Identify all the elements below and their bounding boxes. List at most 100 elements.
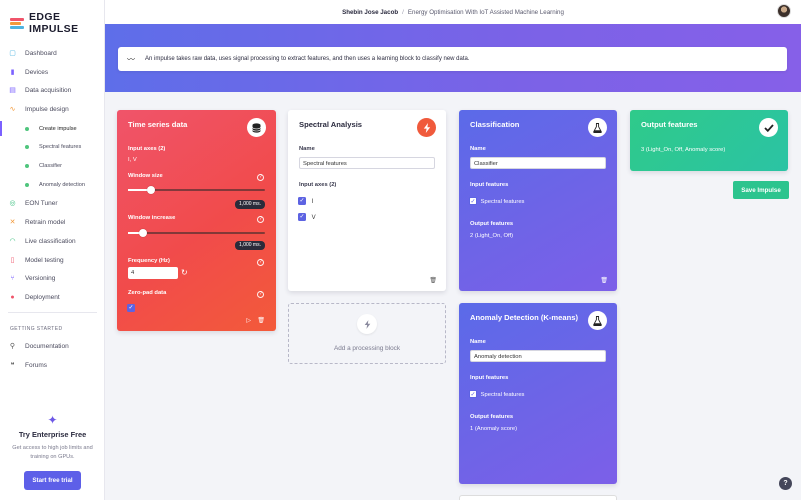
sidebar-section-title: GETTING STARTED [10,326,63,333]
add-processing-block[interactable]: Add a processing block [288,303,446,364]
data-icon: ▤ [9,87,16,95]
slider-handle[interactable] [147,186,156,194]
axis-label: V [311,214,316,221]
lightning-icon [417,118,436,137]
axis-checkbox-i[interactable]: ✓ I [298,197,313,205]
sidebar-item-impulse-design[interactable]: ∿ Impulse design [0,100,105,119]
testing-icon: ▯ [10,256,15,264]
frequency-input[interactable]: 4 [128,267,178,279]
checkmark-icon [759,118,778,137]
sidebar-item-label: EON Tuner [25,200,58,208]
lightning-icon [357,314,377,334]
trash-icon[interactable]: 🗑 [429,277,437,284]
sidebar-sub-classifier[interactable]: Classifier [0,157,105,176]
waveform-icon: 〰 [127,54,135,64]
sidebar-sub-spectral-features[interactable]: Spectral features [0,138,105,157]
enterprise-description: Get access to high job limits and traini… [12,445,93,460]
name-label: Name [470,146,486,152]
sidebar-item-dashboard[interactable]: ▢ Dashboard [0,44,105,63]
top-bar: Shebin Jose Jacob / Energy Optimisation … [105,0,801,24]
frequency-label: Frequency (Hz) [128,258,170,264]
start-free-trial-button[interactable]: Start free trial [24,471,81,490]
sidebar-sub-create-impulse[interactable]: Create impulse [0,119,105,138]
input-axes-label: Input axes (2) [299,182,337,188]
status-dot [25,126,29,131]
sidebar-sub-anomaly-detection[interactable]: Anomaly detection [0,176,105,195]
name-input[interactable]: Anomaly detection [470,350,606,362]
name-label: Name [470,339,486,345]
status-dot [25,145,29,150]
info-text: An impulse takes raw data, uses signal p… [145,56,470,62]
sidebar-item-label: Devices [25,68,49,76]
help-icon[interactable]: ? [257,259,264,266]
output-features-card: Output features 3 (Light_On, Off, Anomal… [630,110,788,171]
logo-icon [10,17,24,29]
zero-pad-checkbox[interactable]: ✓ [127,299,135,317]
help-icon[interactable]: ? [257,291,264,298]
sidebar-item-eon-tuner[interactable]: ◎ EON Tuner [0,194,105,213]
sidebar-item-label: Retrain model [25,219,66,227]
breadcrumb-user[interactable]: Shebin Jose Jacob [342,9,398,16]
sidebar-sub-label: Spectral features [39,144,82,151]
sidebar-nav: ▢ Dashboard ▮ Devices ▤ Data acquisition ∿ I… [0,44,105,375]
sidebar-item-label: Deployment [25,294,60,302]
sidebar-item-live-classification[interactable]: ◠ Live classification [0,232,105,251]
add-block-label: Add a processing block [333,345,401,352]
check-icon: ✓ [469,197,477,205]
breadcrumb-project[interactable]: Energy Optimisation With IoT Assisted Ma… [408,9,564,16]
trash-icon[interactable]: 🗑 [600,277,608,284]
output-features-value: 2 (Light_On, Off) [470,233,514,239]
sidebar-sub-label: Create impulse [39,125,77,132]
output-features-value: 3 (Light_On, Off, Anomaly score) [641,147,726,153]
check-icon: ✓ [298,213,306,221]
sidebar-item-model-testing[interactable]: ▯ Model testing [0,251,105,270]
sidebar-item-label: Impulse design [25,106,69,114]
help-button[interactable]: ? [779,477,792,490]
trash-icon[interactable]: 🗑 [257,317,265,324]
input-feature-checkbox[interactable]: ✓ Spectral features [469,197,524,205]
input-features-label: Input features [470,182,509,188]
input-feature-checkbox[interactable]: ✓ Spectral features [469,390,524,398]
name-input[interactable]: Spectral features [299,157,435,169]
sidebar-item-label: Documentation [25,343,69,351]
spectral-analysis-card: Spectral Analysis Name Spectral features… [288,110,446,291]
flask-icon [588,118,607,137]
sidebar-item-label: Model testing [25,256,64,264]
refresh-icon[interactable]: ↻ [181,268,188,277]
check-icon: ✓ [469,390,477,398]
window-size-slider[interactable] [128,186,265,194]
window-increase-value: 1,000 ms. [235,241,265,250]
slider-handle[interactable] [139,229,148,237]
input-features-label: Input features [470,375,509,381]
time-series-card: Time series data Input axes (2) I, V Win… [117,110,276,331]
sidebar-item-label: Forums [25,361,48,369]
axis-checkbox-v[interactable]: ✓ V [298,213,316,221]
logo-text: EDGE IMPULSE [29,11,79,35]
run-icon[interactable]: ▷ [246,317,251,324]
sidebar-item-retrain-model[interactable]: ✕ Retrain model [0,213,105,232]
input-feature-label: Spectral features [480,391,525,398]
window-increase-slider[interactable] [128,229,265,237]
logo[interactable]: EDGE IMPULSE [10,11,104,35]
sidebar: EDGE IMPULSE ▢ Dashboard ▮ Devices ▤ Data a… [0,0,105,500]
sidebar-item-deployment[interactable]: ● Deployment [0,288,105,307]
sidebar-item-label: Dashboard [25,49,57,57]
help-icon[interactable]: ? [257,174,264,181]
card-title: Spectral Analysis [299,120,363,129]
help-icon[interactable]: ? [257,216,264,223]
sparkle-icon: ✦ [47,413,58,427]
check-icon: ✓ [298,197,306,205]
input-feature-label: Spectral features [480,198,525,205]
forums-icon: ❝ [10,361,15,369]
save-impulse-button[interactable]: Save Impulse [733,181,789,199]
name-input[interactable]: Classifier [470,157,606,169]
sidebar-sub-label: Anomaly detection [39,181,86,188]
avatar[interactable] [777,4,791,18]
sidebar-item-documentation[interactable]: ⚲ Documentation [0,337,105,356]
sidebar-item-forums[interactable]: ❝ Forums [0,356,105,375]
sidebar-item-devices[interactable]: ▮ Devices [0,63,105,82]
output-features-label: Output features [470,414,514,420]
sidebar-item-versioning[interactable]: ⑂ Versioning [0,270,105,289]
info-bar: 〰 An impulse takes raw data, uses signal… [118,47,787,71]
sidebar-item-data-acquisition[interactable]: ▤ Data acquisition [0,82,105,101]
